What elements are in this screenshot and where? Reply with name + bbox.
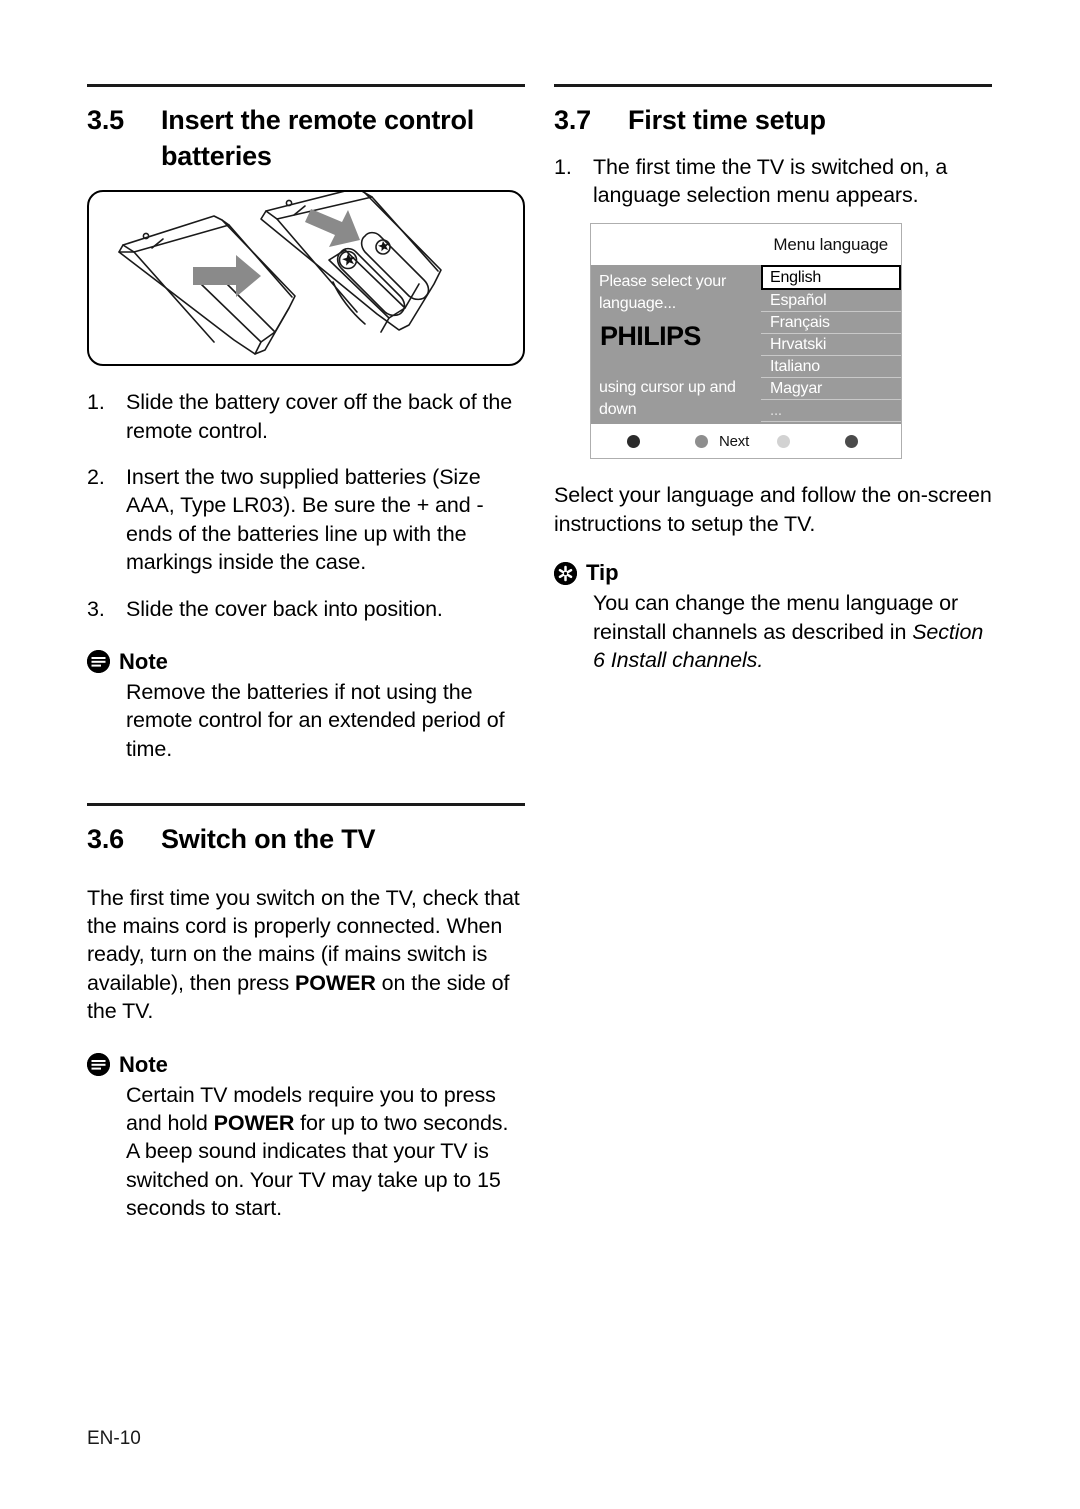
note-callout-1-label: Note <box>119 648 168 674</box>
section-heading-37: 3.7 First time setup <box>554 103 992 139</box>
nav-dot-3-wrap[interactable] <box>777 434 794 452</box>
note-callout-2-label: Note <box>119 1051 168 1077</box>
tip-callout-label: Tip <box>586 560 619 586</box>
page-footer: EN-10 <box>87 1428 141 1449</box>
note-callout-2: Note Certain TV models require you to pr… <box>87 1052 525 1223</box>
list-item-text: The first time the TV is switched on, a … <box>593 154 948 207</box>
section-number-35: 3.5 <box>87 105 124 135</box>
section-title-35: Insert the remote control batteries <box>161 103 525 174</box>
language-option-espanol[interactable]: Español <box>761 290 901 313</box>
tv-menu-prompt-line2: language... <box>599 295 676 313</box>
note-icon <box>87 650 110 674</box>
tv-menu-body: Please select your language... PHILIPS u… <box>591 265 901 425</box>
nav-dot-next-label: Next <box>719 432 750 450</box>
section-heading-35: 3.5 Insert the remote control batteries <box>87 103 525 174</box>
section-number-37: 3.7 <box>554 105 591 135</box>
nav-dot-4-wrap[interactable] <box>845 434 862 452</box>
tv-menu-prompt-panel: Please select your language... PHILIPS u… <box>591 265 761 424</box>
section-number-36: 3.6 <box>87 824 124 854</box>
tv-menu-hint: using cursor up and down <box>599 377 736 421</box>
tv-menu-hint-line2: down <box>599 401 637 419</box>
language-option-magyar[interactable]: Magyar <box>761 378 901 401</box>
note-callout-2-body: Certain TV models require you to press a… <box>126 1081 525 1223</box>
note-callout-1: Note Remove the batteries if not using t… <box>87 649 525 763</box>
section-title-37: First time setup <box>628 105 826 135</box>
after-menu-paragraph: Select your language and follow the on-s… <box>554 483 992 536</box>
nav-dot-4[interactable] <box>845 434 862 452</box>
manual-page: 3.5 Insert the remote control batteries <box>0 0 1080 1509</box>
power-keyword-1: POWER <box>295 970 376 995</box>
tip-callout-body-a: You can change the menu language or rein… <box>593 591 959 644</box>
tv-language-menu-screenshot: Menu language Please select your languag… <box>590 223 902 460</box>
language-option-italiano[interactable]: Italiano <box>761 356 901 379</box>
language-option-hrvatski[interactable]: Hrvatski <box>761 334 901 357</box>
list-item-number: 2. <box>87 465 105 489</box>
language-option-english[interactable]: English <box>761 265 901 291</box>
tv-menu-title: Menu language <box>591 224 901 266</box>
remote-control-battery-diagram <box>87 190 525 367</box>
section-heading-36: 3.6 Switch on the TV <box>87 822 525 858</box>
note-callout-2-header: Note <box>87 1052 525 1078</box>
nav-dot-next-wrap[interactable]: Next <box>695 432 750 452</box>
section-rule-36 <box>87 803 525 806</box>
section-rule-37 <box>554 84 992 87</box>
first-time-setup-step-1: 1. The first time the TV is switched on,… <box>554 153 992 210</box>
list-item-text: Slide the battery cover off the back of … <box>126 390 513 443</box>
section-title-35-line2: batteries <box>161 140 272 171</box>
tip-callout-body: You can change the menu language or rein… <box>593 589 992 674</box>
switch-on-tv-paragraph: The first time you switch on the TV, che… <box>87 884 525 1026</box>
note-callout-1-body: Remove the batteries if not using the re… <box>126 679 505 761</box>
note-callout-1-header: Note <box>87 649 525 675</box>
list-item-text: Insert the two supplied batteries (Size … <box>126 465 484 575</box>
nav-dot-1-wrap[interactable] <box>627 434 644 452</box>
list-item-text: Slide the cover back into position. <box>126 596 443 621</box>
tip-callout-header: Tip <box>554 560 992 586</box>
nav-dot-3[interactable] <box>777 434 794 452</box>
tv-menu-footer-bar: Next <box>591 424 901 459</box>
left-column: 3.5 Insert the remote control batteries <box>87 84 525 1222</box>
tv-menu-hint-line1: using cursor up and <box>599 379 736 397</box>
nav-dot-next[interactable] <box>695 434 712 452</box>
battery-steps-list: 1. Slide the battery cover off the back … <box>87 388 525 623</box>
list-item-number: 3. <box>87 596 105 621</box>
language-option-francais[interactable]: Français <box>761 312 901 335</box>
section-title-35-line1: Insert the remote control <box>161 105 475 135</box>
list-item: 1. Slide the battery cover off the back … <box>87 388 525 445</box>
power-keyword-2: POWER <box>213 1110 295 1135</box>
tv-menu-prompt-line1: Please select your <box>599 273 727 291</box>
list-item-number: 1. <box>554 154 572 179</box>
right-column: 3.7 First time setup 1. The first time t… <box>554 84 992 674</box>
section-rule-35 <box>87 84 525 87</box>
tip-callout: Tip You can change the menu language or … <box>554 560 992 674</box>
language-option-more[interactable]: ... <box>761 400 901 423</box>
list-item: 2. Insert the two supplied batteries (Si… <box>87 463 525 577</box>
note-icon <box>87 1053 110 1076</box>
nav-dot-1[interactable] <box>627 434 644 452</box>
section-title-36: Switch on the TV <box>161 824 376 854</box>
tip-icon <box>554 561 577 585</box>
philips-logo: PHILIPS <box>600 321 701 352</box>
tv-menu-language-list[interactable]: English Español Français Hrvatski Italia… <box>761 265 901 424</box>
list-item: 3. Slide the cover back into position. <box>87 595 525 623</box>
list-item-number: 1. <box>87 390 105 415</box>
